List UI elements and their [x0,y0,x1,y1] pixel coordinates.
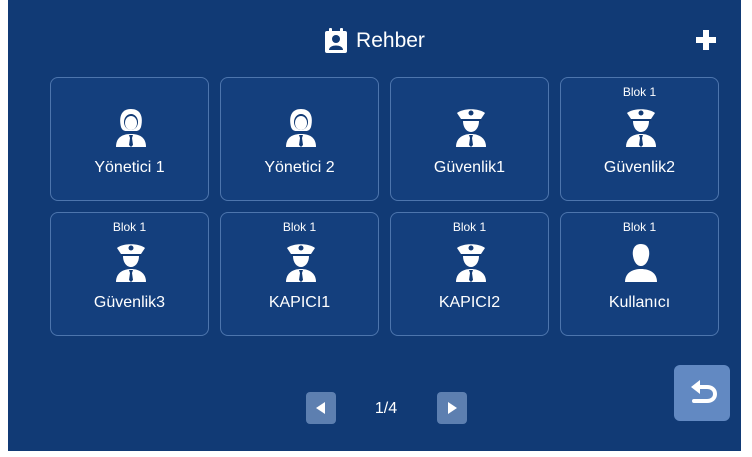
contact-name: Güvenlik2 [603,159,676,176]
directory-screen: Rehber Yönetici 1 Yönetici 2 Güvenlik1 B… [8,0,741,451]
security-guard-icon [626,109,656,147]
contact-card[interactable]: Güvenlik1 [390,77,549,201]
next-page-button[interactable] [437,392,467,424]
page-title: Rehber [8,24,741,58]
contact-name: KAPICI1 [268,294,331,311]
add-contact-button[interactable] [694,28,718,52]
contact-name: KAPICI2 [438,294,501,311]
contact-group: Blok 1 [622,220,657,234]
female-manager-icon [286,109,316,147]
contact-name: Güvenlik1 [433,159,506,176]
security-guard-icon [456,109,486,147]
contact-card[interactable]: Blok 1 Güvenlik3 [50,212,209,336]
pagination: 1/4 [306,392,467,426]
contact-card[interactable]: Blok 1 Kullanıcı [560,212,719,336]
contact-name: Güvenlik3 [93,294,166,311]
contact-card[interactable]: Yönetici 1 [50,77,209,201]
triangle-left-icon [316,402,325,414]
title-text: Rehber [356,29,425,52]
contact-card[interactable]: Blok 1 KAPICI2 [390,212,549,336]
contact-group: Blok 1 [112,220,147,234]
contact-grid: Yönetici 1 Yönetici 2 Güvenlik1 Blok 1 G… [50,77,724,339]
user-icon [625,244,657,282]
header: Rehber [8,0,741,70]
back-button[interactable] [674,365,730,421]
contacts-book-icon [325,28,348,53]
contact-card[interactable]: Blok 1 Güvenlik2 [560,77,719,201]
contact-name: Kullanıcı [608,294,671,311]
contact-card[interactable]: Blok 1 KAPICI1 [220,212,379,336]
contact-name: Yönetici 1 [94,159,165,176]
page-indicator: 1/4 [374,400,398,417]
security-guard-icon [286,244,316,282]
triangle-right-icon [448,402,457,414]
contact-card[interactable]: Yönetici 2 [220,77,379,201]
security-guard-icon [456,244,486,282]
contact-group: Blok 1 [282,220,317,234]
return-arrow-icon [691,380,718,403]
female-manager-icon [116,109,146,147]
prev-page-button[interactable] [306,392,336,424]
contact-group: Blok 1 [452,220,487,234]
security-guard-icon [116,244,146,282]
contact-name: Yönetici 2 [264,159,335,176]
contact-group: Blok 1 [622,85,657,99]
